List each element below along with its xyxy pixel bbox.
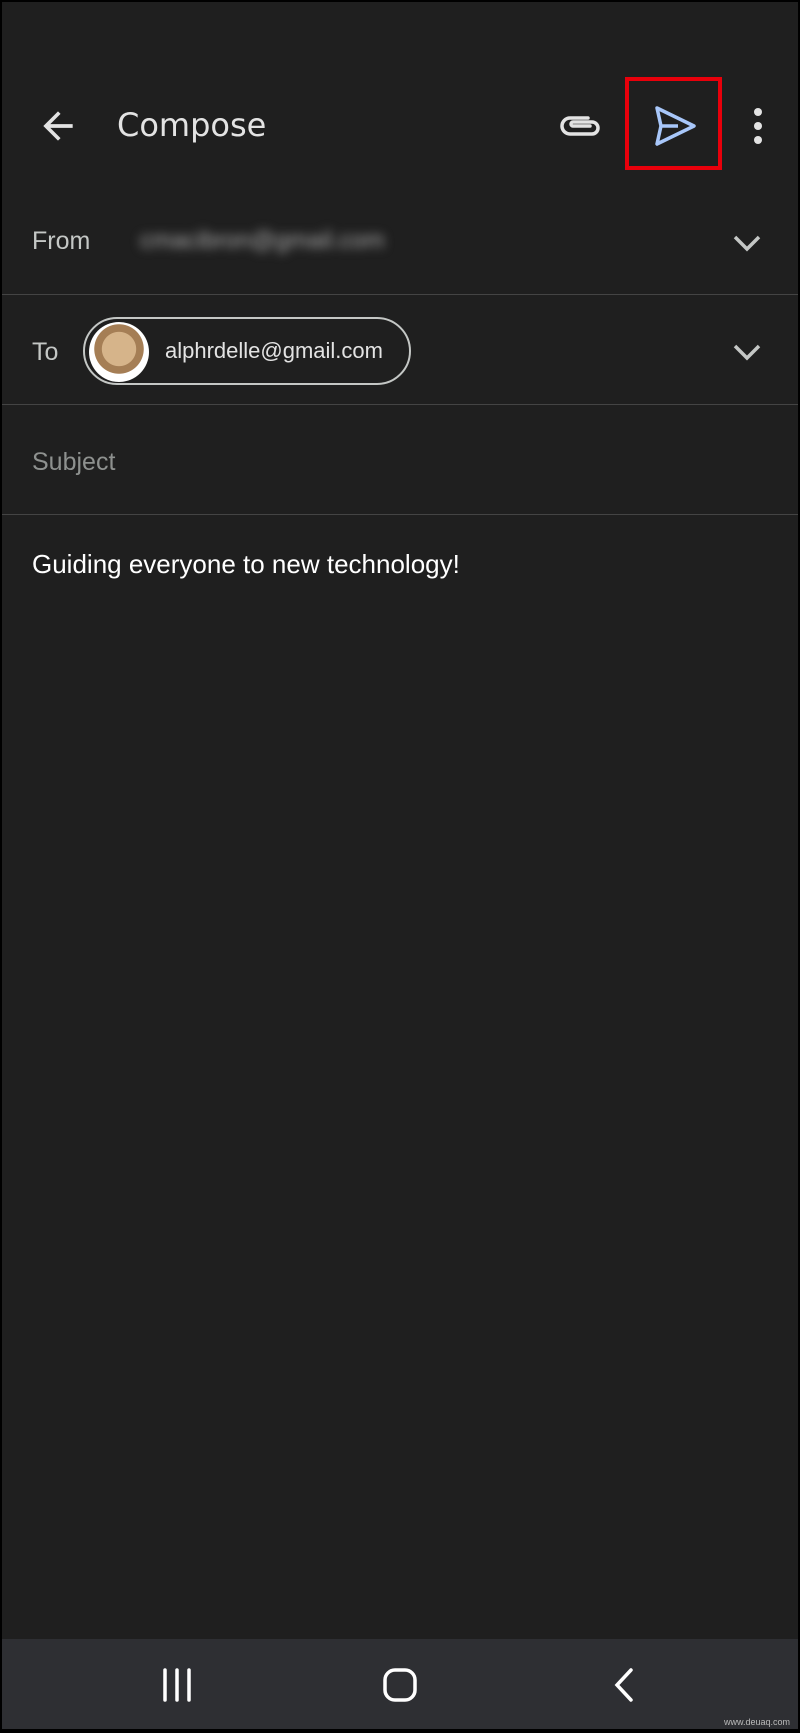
- subject-row[interactable]: Subject: [2, 405, 798, 515]
- from-row[interactable]: From cmacibron@gmail.com: [2, 185, 798, 295]
- watermark: www.deuaq.com: [723, 1717, 790, 1727]
- from-label: From: [32, 227, 91, 255]
- send-icon[interactable]: [652, 104, 698, 148]
- top-app-bar: Compose: [2, 2, 798, 202]
- recipient-chip[interactable]: alphrdelle@gmail.com: [83, 317, 411, 385]
- compose-screen: Compose From cmacibron@gmail.com To alph…: [2, 2, 798, 1729]
- page-title: Compose: [117, 106, 267, 144]
- to-row[interactable]: To alphrdelle@gmail.com: [2, 295, 798, 405]
- recipient-email: alphrdelle@gmail.com: [165, 338, 383, 363]
- home-icon[interactable]: [382, 1667, 418, 1703]
- back-icon[interactable]: [612, 1667, 636, 1703]
- paperclip-icon[interactable]: [558, 106, 606, 146]
- avatar: [89, 322, 149, 382]
- more-vert-icon[interactable]: [746, 102, 770, 150]
- chevron-down-icon[interactable]: [730, 231, 764, 255]
- to-label: To: [32, 338, 59, 366]
- back-arrow-icon[interactable]: [36, 104, 80, 148]
- from-address: cmacibron@gmail.com: [140, 227, 385, 254]
- recent-apps-icon[interactable]: [160, 1667, 194, 1703]
- body-input[interactable]: Guiding everyone to new technology!: [32, 549, 460, 580]
- subject-input[interactable]: Subject: [32, 448, 115, 477]
- system-nav-bar: www.deuaq.com: [2, 1639, 798, 1729]
- chevron-down-icon[interactable]: [730, 340, 764, 364]
